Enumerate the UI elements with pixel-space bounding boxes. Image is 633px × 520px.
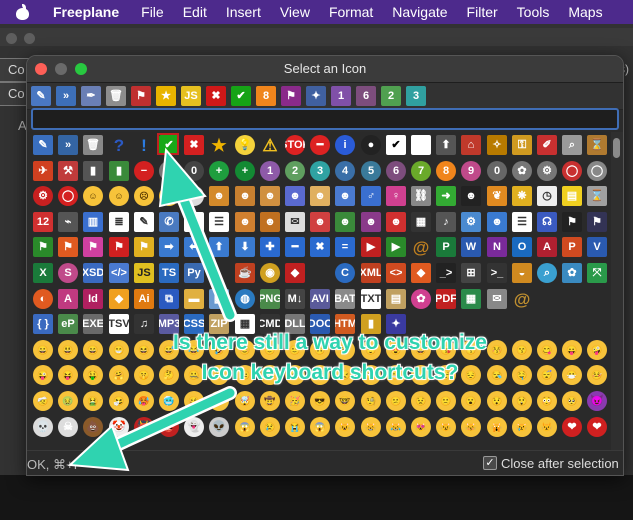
annotation-text: Is there still a way to customize Icon k…	[90, 328, 570, 388]
arrow-up-left	[158, 147, 237, 322]
annotation-line-2: Icon keyboard shortcuts?	[201, 361, 459, 384]
arrow-down-left	[67, 386, 237, 472]
annotation-line-1: Is there still a way to customize	[173, 331, 487, 354]
annotation-arrows	[67, 147, 237, 472]
